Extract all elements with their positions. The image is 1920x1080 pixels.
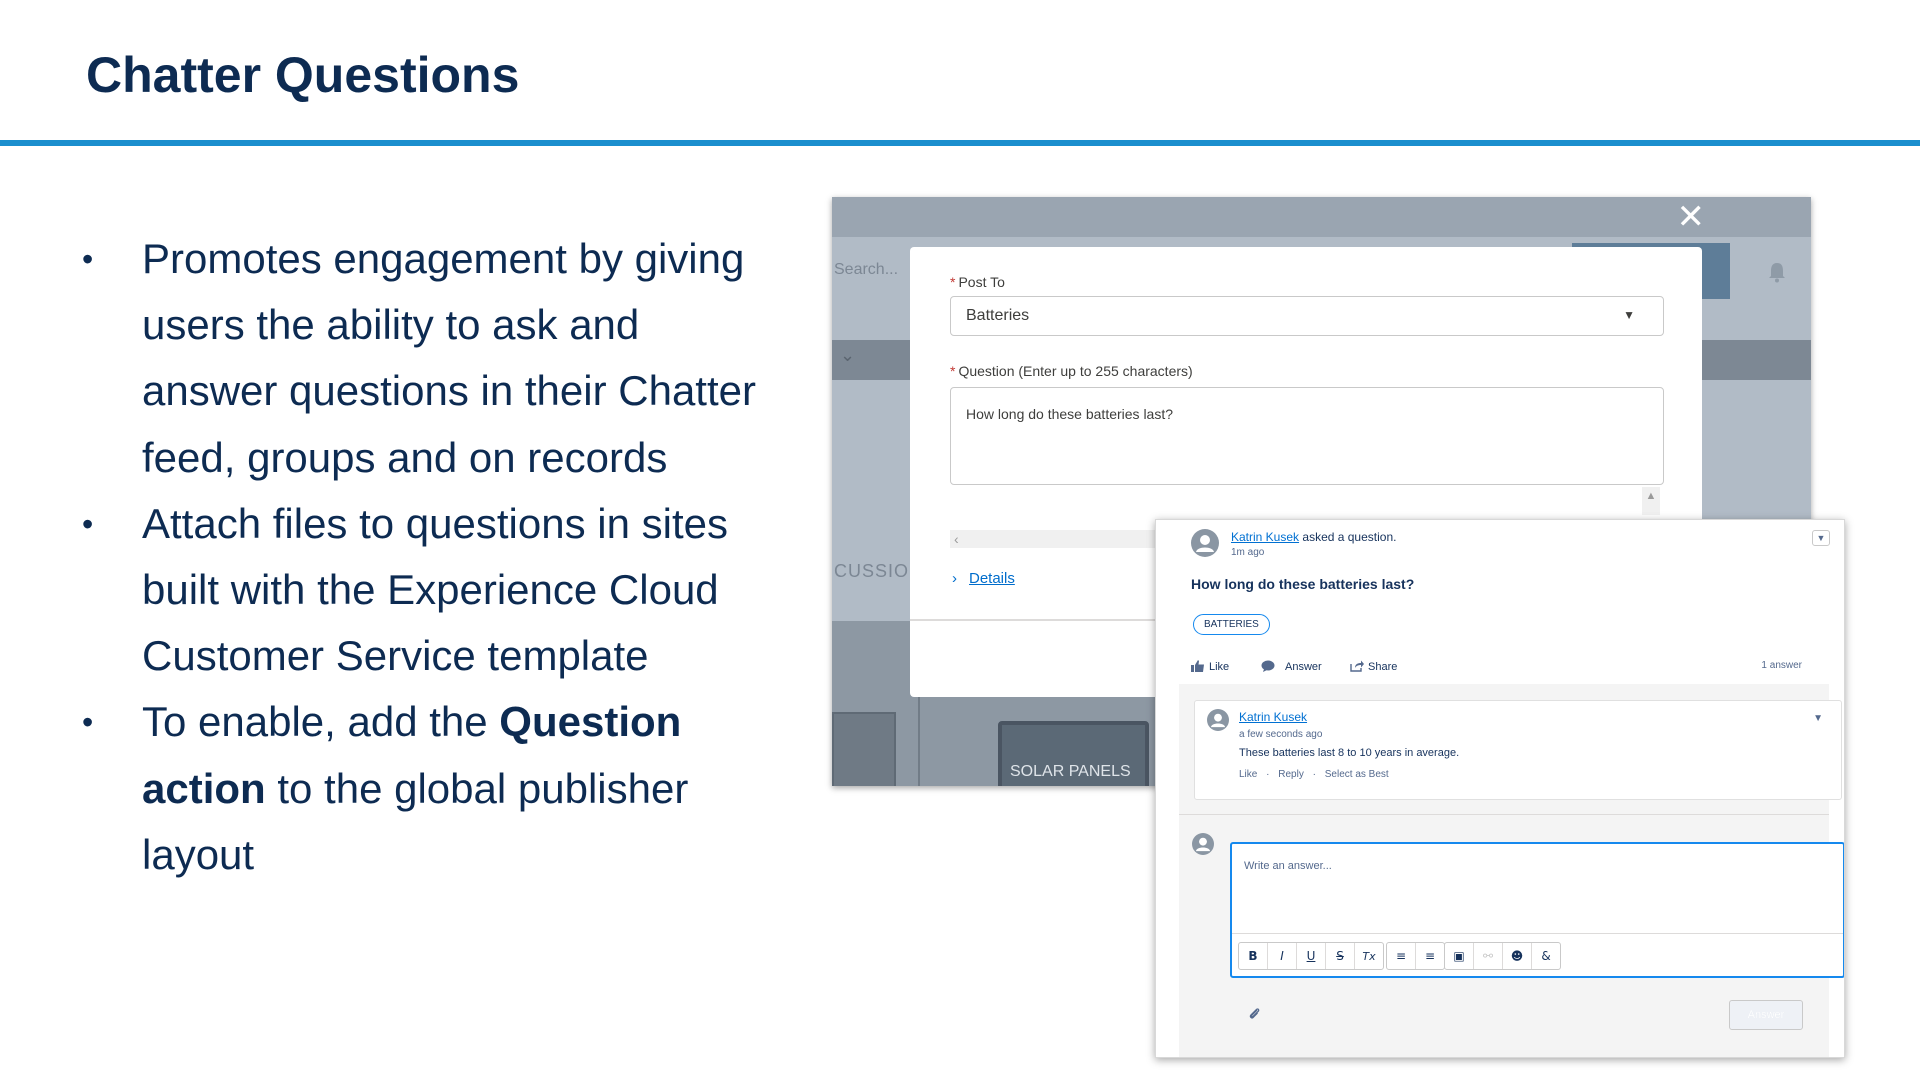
answer-timestamp: a few seconds ago [1239,729,1323,740]
chevron-down-icon: ⌄ [840,345,856,365]
separator: · [1312,769,1316,780]
answer-submit-button[interactable]: Answer [1729,1000,1803,1030]
slide-title: Chatter Questions [86,47,520,103]
answer-editor[interactable]: Write an answer... B I U S Tx ≡ ≡ ▣ ⚯ ☻ [1230,842,1844,978]
post-to-value: Batteries [966,307,1030,324]
text-format-group: B I U S Tx [1238,942,1384,970]
post-to-label: * Post To [950,274,1005,290]
select-as-best-link[interactable]: Select as Best [1325,769,1389,780]
chevron-right-icon: › [952,570,957,587]
bulleted-list-button[interactable]: ≡ [1387,943,1416,969]
question-label: * Question (Enter up to 255 characters) [950,363,1193,379]
user-icon [1195,837,1211,852]
avatar-icon[interactable] [1191,529,1219,557]
required-mark: * [950,363,956,379]
clear-formatting-button[interactable]: Tx [1355,943,1383,969]
answer-editor-placeholder: Write an answer... [1244,860,1332,872]
background-tile [832,712,896,786]
strikethrough-button[interactable]: S [1326,943,1355,969]
bold-button[interactable]: B [1239,943,1268,969]
answers-thread: Katrin Kusek a few seconds ago These bat… [1179,684,1844,1057]
bullet-text: Attach files to questions in sites built… [142,499,728,680]
bullet-dot-icon: • [82,704,94,741]
answer-author-link[interactable]: Katrin Kusek [1239,710,1307,724]
emoji-button[interactable]: ☻ [1503,943,1532,969]
italic-button[interactable]: I [1268,943,1297,969]
mention-button[interactable]: & [1532,943,1560,969]
user-icon [1210,713,1226,728]
answer-like-link[interactable]: Like [1239,769,1257,780]
bullet-dot-icon: • [82,241,94,277]
rich-text-toolbar: B I U S Tx ≡ ≡ ▣ ⚯ ☻ & [1232,933,1843,977]
post-menu-chevron-icon[interactable]: ▼ [1812,530,1830,546]
speech-bubble-icon [1261,660,1275,672]
avatar-icon [1192,833,1214,855]
attach-file-icon[interactable] [1248,1007,1262,1024]
vertical-scrollbar[interactable]: ▲ [1642,487,1660,515]
paperclip-icon [1249,1008,1260,1019]
horizontal-scrollbar[interactable]: ‹ [950,530,1170,548]
background-tile-label: SOLAR PANELS [1010,763,1131,780]
answer-menu-chevron-icon[interactable]: ▼ [1813,713,1823,724]
thread-divider [1179,814,1829,815]
author-link[interactable]: Katrin Kusek [1231,530,1299,544]
answer-actions: Like · Reply · Select as Best [1239,769,1389,780]
bell-icon [1769,263,1785,283]
bullet-text: Promotes engagement by giving users the … [142,235,756,481]
share-icon [1350,660,1364,672]
bullet-item: • To enable, add the Question action to … [70,689,770,888]
question-value: How long do these batteries last? [966,406,1174,422]
topic-pill[interactable]: BATTERIES [1193,614,1270,635]
bullet-dot-icon: • [82,505,94,542]
background-divider [918,687,920,786]
required-mark: * [950,274,956,290]
title-divider [0,140,1920,146]
user-icon [1196,535,1214,552]
caret-down-icon: ▼ [1623,308,1635,322]
separator: · [1266,769,1270,780]
answer-reply-link[interactable]: Reply [1278,769,1304,780]
answer-item: Katrin Kusek a few seconds ago These bat… [1194,700,1842,800]
question-text: How long do these batteries last? [1191,576,1415,592]
close-icon[interactable]: ✕ [1677,199,1706,235]
link-button[interactable]: ⚯ [1474,943,1503,969]
insert-group: ▣ ⚯ ☻ & [1444,942,1561,970]
share-button[interactable]: Share [1350,660,1397,673]
list-group: ≡ ≡ [1386,942,1445,970]
question-textarea[interactable]: How long do these batteries last? [950,387,1664,485]
asked-text: asked a question. [1302,530,1397,544]
bullet-item: • Attach files to questions in sites bui… [70,491,770,690]
post-to-select[interactable]: Batteries ▼ [950,296,1664,336]
post-timestamp[interactable]: 1m ago [1231,547,1264,558]
image-button[interactable]: ▣ [1445,943,1474,969]
bullet-text-pre: To enable, add the [142,698,500,746]
answer-action-button[interactable]: Answer [1261,660,1322,673]
avatar-icon[interactable] [1207,709,1229,731]
numbered-list-button[interactable]: ≡ [1416,943,1444,969]
chevron-left-icon: ‹ [954,531,959,547]
answer-text: These batteries last 8 to 10 years in av… [1239,747,1460,759]
background-search-input: Search... [834,261,899,278]
bullet-list: • Promotes engagement by giving users th… [70,226,770,888]
post-header: Katrin Kusek asked a question. [1231,530,1396,544]
bullet-item: • Promotes engagement by giving users th… [70,226,770,491]
details-link[interactable]: Details [969,570,1015,587]
question-feed-screenshot: Katrin Kusek asked a question. 1m ago ▼ … [1155,519,1845,1058]
background-header [832,197,1811,237]
details-toggle[interactable]: › Details [952,570,1015,587]
like-button[interactable]: Like [1191,660,1229,673]
underline-button[interactable]: U [1297,943,1326,969]
answer-count: 1 answer [1761,660,1802,671]
thumbs-up-icon [1191,660,1204,672]
